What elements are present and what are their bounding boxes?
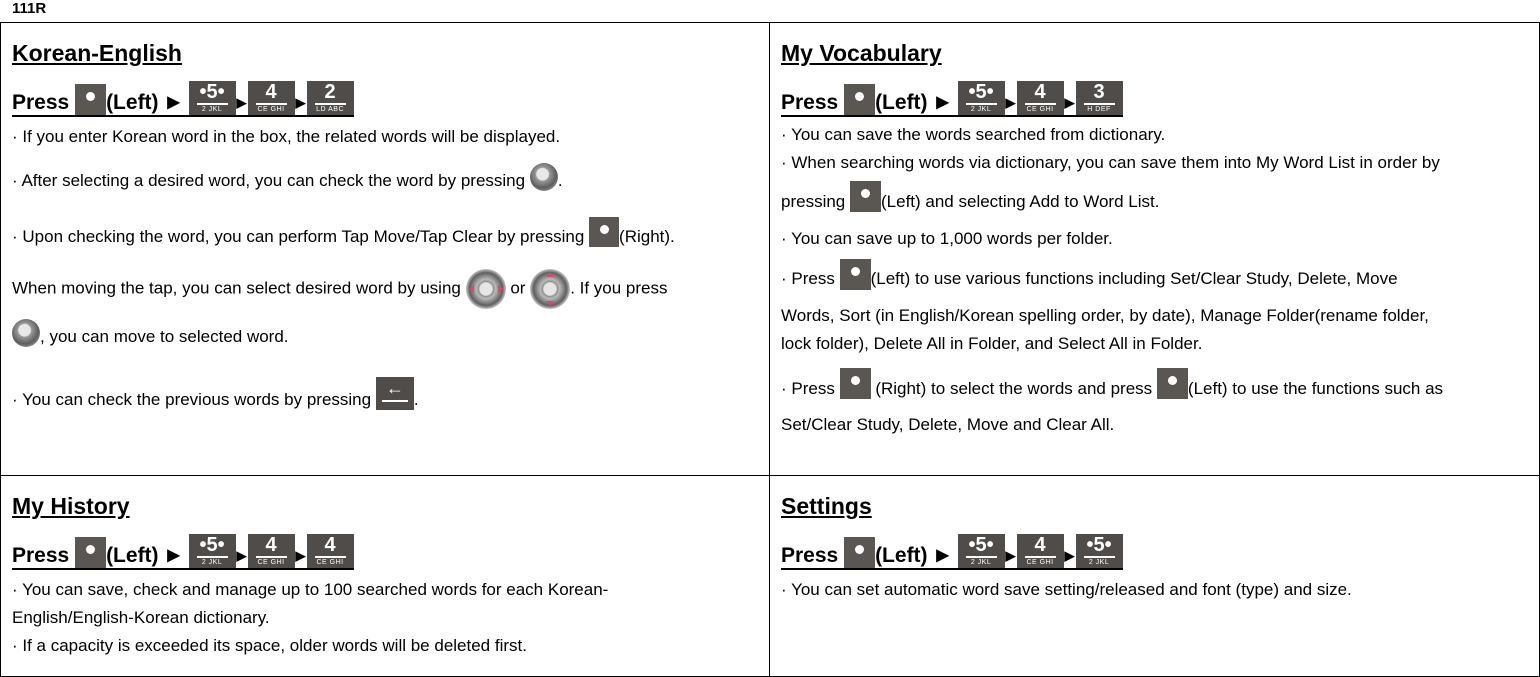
bullet-text: · You can check the previous words by pr… [12,377,419,410]
back-key-icon: ← [375,377,414,410]
document-id: 111R [12,0,47,17]
left-softkey-icon [844,537,876,568]
section-my-vocabulary: My Vocabulary Press (Left) ▶ •5• 2 JKL ▶ 4 C… [769,22,1540,476]
left-softkey-icon [75,84,107,115]
key-5-icon: •5• 2 JKL [1075,534,1123,568]
section-my-history: My History Press (Left) ▶ •5• 2 JKL ▶ 4 CE G… [0,475,770,677]
bullet-text: lock folder), Delete All in Folder, and … [781,334,1203,353]
press-label: Press [781,544,839,567]
left-softkey-icon [844,84,876,115]
arrow-right-icon: ▶ [295,548,306,563]
section-korean-english: Korean-English Press (Left) ▶ •5• 2 JKL ▶ 4… [0,22,770,476]
section-title: My History [12,493,130,519]
left-softkey-icon [75,537,107,568]
bullet-text: · You can set automatic word save settin… [781,580,1352,599]
bullet-text: · When searching words via dictionary, y… [781,153,1440,172]
ok-button-icon [529,163,558,191]
key-4-icon: 4 CE GHI [1016,81,1064,115]
arrow-right-icon: ▶ [1005,548,1016,563]
press-label: Press [12,544,70,567]
arrow-right-icon: ▶ [167,547,180,564]
bullet-text: · You can save the words searched from d… [781,125,1166,144]
bullet-text: · If a capacity is exceeded its space, o… [12,636,527,655]
key-4-icon: 4 CE GHI [247,81,295,115]
bullet-text: English/English-Korean dictionary. [12,608,270,627]
key-5-icon: •5• 2 JKL [188,534,236,568]
bullet-text: , you can move to selected word. [12,319,758,347]
bullet-text: · Upon checking the word, you can perfor… [12,217,758,247]
arrow-right-icon: ▶ [236,548,247,563]
key-sequence: Press (Left) ▶ •5• 2 JKL ▶ 4 CE GHI ▶ •5• 2 JKL [781,534,1123,570]
arrow-right-icon: ▶ [167,94,180,111]
bullet-text: Set/Clear Study, Delete, Move and Clear … [781,415,1115,434]
arrow-right-icon: ▶ [295,95,306,110]
right-softkey-icon [589,217,620,247]
key-5-icon: •5• 2 JKL [957,81,1005,115]
bullet-text: · You can save up to 1,000 words per fol… [781,229,1113,248]
key-4-icon: 4 CE GHI [1016,534,1064,568]
right-softkey-icon [839,368,871,399]
section-settings: Settings Press (Left) ▶ •5• 2 JKL ▶ 4 CE GHI… [769,475,1540,677]
section-title: Korean-English [12,40,182,66]
left-label: (Left) [106,544,159,567]
key-sequence: Press (Left) ▶ •5• 2 JKL ▶ 4 CE GHI ▶ 3 H DEF [781,81,1123,117]
bullet-text: · Press (Right) to select the words and … [781,368,1528,399]
bullet-text: · Press (Left) to use various functions … [781,259,1528,290]
arrow-right-icon: ▶ [1005,95,1016,110]
arrow-right-icon: ▶ [936,547,949,564]
arrow-right-icon: ▶ [236,95,247,110]
ok-button-icon [12,319,40,347]
key-5-icon: •5• 2 JKL [957,534,1005,568]
left-label: (Left) [106,91,159,114]
nav-left-right-icon [465,269,506,309]
arrow-right-icon: ▶ [936,94,949,111]
bullet-text: · After selecting a desired word, you ca… [12,163,758,191]
nav-up-down-icon [530,269,571,309]
left-softkey-icon [850,181,881,212]
feature-table: Korean-English Press (Left) ▶ •5• 2 JKL ▶ 4… [0,22,1540,677]
left-label: (Left) [875,544,928,567]
bullet-text: Words, Sort (in English/Korean spelling … [781,306,1429,325]
press-label: Press [12,91,70,114]
left-softkey-icon [1156,368,1188,399]
section-title: Settings [781,493,872,519]
bullet-text: When moving the tap, you can select desi… [12,269,758,309]
key-4-icon: 4 CE GHI [306,534,354,568]
key-3-icon: 3H DEF [1075,81,1123,115]
arrow-right-icon: ▶ [1064,548,1075,563]
key-sequence: Press (Left) ▶ •5• 2 JKL ▶ 4 CE GHI ▶ 4 CE GHI [12,534,354,570]
key-5-icon: •5• 2 JKL [188,81,236,115]
bullet-text: · If you enter Korean word in the box, t… [12,127,561,146]
bullet-text: · You can save, check and manage up to 1… [12,580,609,599]
press-label: Press [781,91,839,114]
arrow-right-icon: ▶ [1064,95,1075,110]
section-title: My Vocabulary [781,40,942,66]
bullet-text: pressing (Left) and selecting Add to Wor… [781,181,1528,212]
left-label: (Left) [875,91,928,114]
key-4-icon: 4 CE GHI [247,534,295,568]
key-sequence: Press (Left) ▶ •5• 2 JKL ▶ 4 CE GHI ▶ 2 LD ABC [12,81,354,117]
key-2-icon: 2 LD ABC [306,81,354,115]
left-softkey-icon [839,259,871,290]
